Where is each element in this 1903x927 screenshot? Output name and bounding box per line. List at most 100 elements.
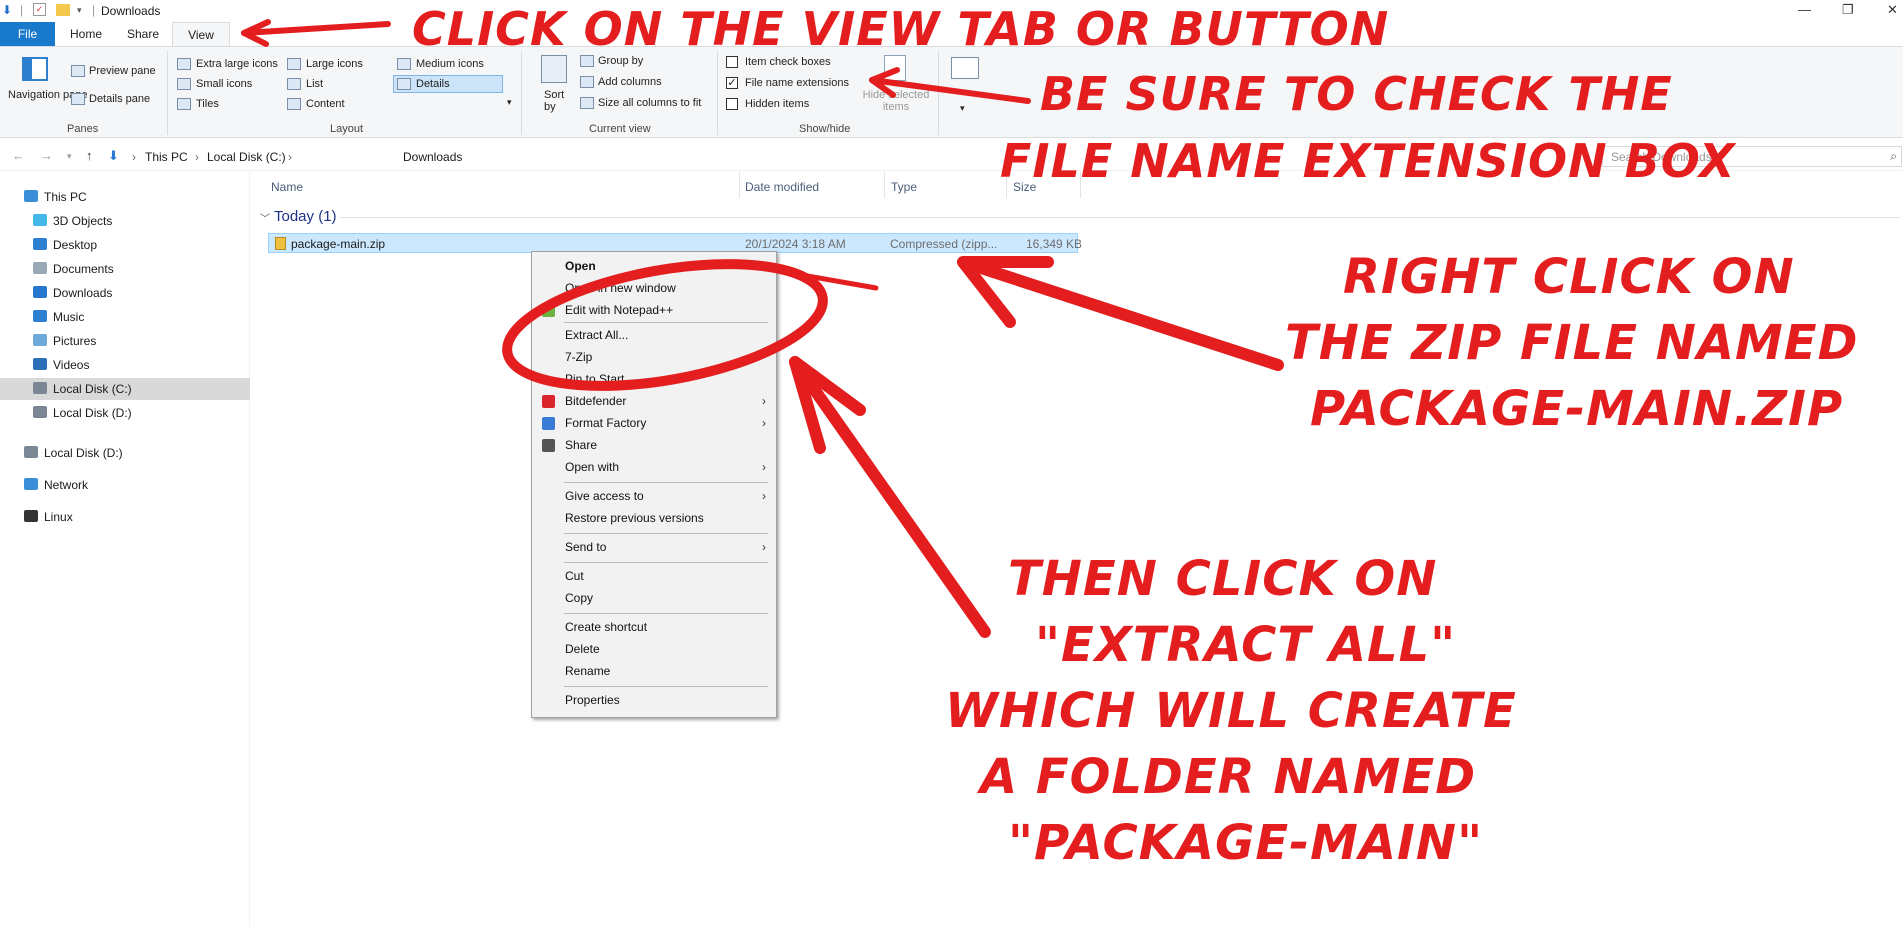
sidebar-item-pictures[interactable]: Pictures bbox=[33, 330, 96, 352]
search-icon[interactable]: ⌕ bbox=[1890, 149, 1897, 164]
tab-home[interactable]: Home bbox=[56, 22, 116, 46]
details-icon bbox=[397, 78, 411, 90]
column-separator[interactable] bbox=[739, 172, 740, 198]
sidebar-item-videos[interactable]: Videos bbox=[33, 354, 89, 376]
layout-details[interactable]: Details bbox=[416, 78, 450, 90]
layout-large-icons[interactable]: Large icons bbox=[306, 58, 363, 70]
sidebar-item-desktop[interactable]: Desktop bbox=[33, 234, 97, 256]
menu-item-pin-to-start[interactable]: Pin to Start bbox=[532, 368, 776, 390]
tab-share[interactable]: Share bbox=[113, 22, 173, 46]
menu-item-format-factory[interactable]: Format Factory › bbox=[532, 412, 776, 434]
sidebar-item-this-pc[interactable]: This PC bbox=[24, 186, 87, 208]
large-icons-icon bbox=[287, 58, 301, 70]
layout-small-icons[interactable]: Small icons bbox=[196, 78, 252, 90]
menu-item-restore-previous-versions[interactable]: Restore previous versions bbox=[532, 507, 776, 529]
sidebar-item-downloads[interactable]: Downloads bbox=[33, 282, 112, 304]
layout-extra-large-icons[interactable]: Extra large icons bbox=[196, 58, 278, 70]
menu-item-extract-all[interactable]: Extract All... bbox=[532, 324, 776, 346]
sidebar-item-local-disk-d[interactable]: Local Disk (D:) bbox=[24, 442, 123, 464]
menu-item-copy[interactable]: Copy bbox=[532, 587, 776, 609]
menu-item-bitdefender[interactable]: Bitdefender › bbox=[532, 390, 776, 412]
separator: | bbox=[20, 3, 24, 17]
ribbon-separator bbox=[938, 51, 939, 135]
file-name-extensions-checkbox[interactable]: ✓ bbox=[726, 77, 738, 89]
sidebar-item-3d-objects[interactable]: 3D Objects bbox=[33, 210, 112, 232]
new-folder-icon[interactable] bbox=[56, 4, 70, 16]
forward-arrow-icon[interactable]: → bbox=[40, 148, 53, 163]
column-header-name[interactable]: Name bbox=[271, 180, 303, 194]
menu-item-delete[interactable]: Delete bbox=[532, 638, 776, 660]
menu-item-edit-with-notepad[interactable]: Edit with Notepad++ bbox=[532, 299, 776, 321]
close-button[interactable]: ✕ bbox=[1887, 2, 1898, 18]
breadcrumb-local-disk-c[interactable]: Local Disk (C:) bbox=[207, 150, 286, 164]
sort-by-button[interactable]: Sort by bbox=[544, 89, 568, 113]
options-dropdown-icon[interactable]: ▾ bbox=[960, 103, 965, 114]
column-header-type[interactable]: Type bbox=[891, 180, 917, 194]
customize-dropdown-icon[interactable]: ▾ bbox=[77, 5, 82, 16]
breadcrumb-downloads[interactable]: Downloads bbox=[403, 150, 462, 164]
layout-list[interactable]: List bbox=[306, 78, 323, 90]
size-all-columns-button[interactable]: Size all columns to fit bbox=[598, 97, 701, 109]
sidebar-item-linux[interactable]: Linux bbox=[24, 506, 73, 528]
sort-by-icon[interactable] bbox=[541, 55, 567, 83]
file-size: 16,349 KB bbox=[1026, 237, 1083, 251]
layout-content[interactable]: Content bbox=[306, 98, 345, 110]
item-check-boxes-checkbox[interactable] bbox=[726, 56, 738, 68]
properties-check-icon[interactable]: ✓ bbox=[33, 3, 46, 16]
annotation-click-view: CLICK ON THE VIEW TAB OR BUTTON bbox=[412, 2, 1390, 56]
tab-view[interactable]: View bbox=[172, 22, 230, 46]
item-check-boxes-label: Item check boxes bbox=[745, 56, 831, 68]
layout-tiles[interactable]: Tiles bbox=[196, 98, 219, 110]
minimize-button[interactable]: — bbox=[1798, 2, 1811, 17]
hidden-items-label: Hidden items bbox=[745, 98, 810, 110]
breadcrumb-this-pc[interactable]: This PC bbox=[145, 150, 188, 164]
tab-file[interactable]: File bbox=[0, 22, 55, 46]
menu-item-properties[interactable]: Properties bbox=[532, 689, 776, 711]
recent-locations-icon[interactable]: ▾ bbox=[67, 151, 72, 162]
menu-item-share[interactable]: Share bbox=[532, 434, 776, 456]
menu-item-rename[interactable]: Rename bbox=[532, 660, 776, 682]
menu-item-give-access-to[interactable]: Give access to › bbox=[532, 485, 776, 507]
menu-item-open-with[interactable]: Open with › bbox=[532, 456, 776, 478]
sidebar-item-local-disk-d[interactable]: Local Disk (D:) bbox=[33, 402, 132, 424]
submenu-chevron-icon: › bbox=[762, 394, 766, 408]
up-arrow-icon[interactable]: ↑ bbox=[86, 148, 93, 163]
options-icon[interactable] bbox=[951, 57, 979, 79]
menu-item-label: Properties bbox=[565, 693, 620, 707]
navigation-pane-icon[interactable] bbox=[22, 57, 48, 81]
hide-selected-items-icon[interactable] bbox=[884, 55, 906, 81]
layout-medium-icons[interactable]: Medium icons bbox=[416, 58, 484, 70]
bitdefender-icon bbox=[542, 395, 555, 408]
hide-selected-items-button[interactable]: Hide selected items bbox=[861, 89, 931, 113]
format-factory-icon bbox=[542, 417, 555, 430]
group-collapse-chevron-icon[interactable]: ﹀ bbox=[260, 210, 270, 225]
layout-expand-icon[interactable]: ▾ bbox=[507, 97, 512, 108]
sidebar-item-local-disk-c[interactable]: Local Disk (C:) bbox=[0, 378, 250, 400]
back-arrow-icon[interactable]: ← bbox=[12, 148, 25, 163]
details-pane-icon bbox=[71, 93, 85, 105]
hidden-items-checkbox[interactable] bbox=[726, 98, 738, 110]
menu-item-cut[interactable]: Cut bbox=[532, 565, 776, 587]
sidebar-item-music[interactable]: Music bbox=[33, 306, 84, 328]
menu-item-send-to[interactable]: Send to › bbox=[532, 536, 776, 558]
annotation-right-click-line1: RIGHT CLICK ON bbox=[1343, 249, 1795, 305]
restore-button[interactable]: ❐ bbox=[1842, 2, 1854, 18]
details-pane-button[interactable]: Details pane bbox=[89, 93, 150, 105]
group-by-button[interactable]: Group by bbox=[598, 55, 643, 67]
content-icon bbox=[287, 98, 301, 110]
sidebar-item-label: 3D Objects bbox=[53, 214, 113, 228]
table-row-package-main[interactable]: package-main.zip 20/1/2024 3:18 AM Compr… bbox=[268, 233, 1082, 253]
menu-item-open-in-new-window[interactable]: Open in new window bbox=[532, 277, 776, 299]
group-header-today[interactable]: Today (1) bbox=[274, 208, 337, 225]
menu-item-create-shortcut[interactable]: Create shortcut bbox=[532, 616, 776, 638]
preview-pane-button[interactable]: Preview pane bbox=[89, 65, 156, 77]
column-header-date-modified[interactable]: Date modified bbox=[745, 180, 819, 194]
menu-item-7-zip[interactable]: 7-Zip bbox=[532, 346, 776, 368]
sidebar-item-documents[interactable]: Documents bbox=[33, 258, 114, 280]
add-columns-button[interactable]: Add columns bbox=[598, 76, 662, 88]
sidebar-item-network[interactable]: Network bbox=[24, 474, 88, 496]
disk-icon bbox=[33, 406, 47, 418]
menu-item-open[interactable]: Open bbox=[532, 255, 776, 277]
column-separator[interactable] bbox=[884, 172, 885, 198]
quick-access-down-arrow-icon[interactable]: ⬇ bbox=[2, 3, 12, 17]
